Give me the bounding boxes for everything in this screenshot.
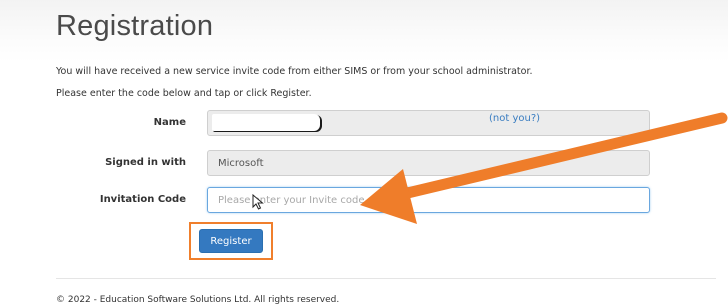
signed-in-field: Microsoft — [207, 150, 650, 176]
redacted-name — [212, 114, 320, 131]
invitation-code-input[interactable] — [207, 187, 650, 213]
signed-in-value: Microsoft — [218, 157, 264, 169]
page-title: Registration — [56, 10, 214, 42]
not-you-link[interactable]: (not you?) — [489, 113, 540, 124]
instruction-text: Please enter the code below and tap or c… — [56, 88, 312, 99]
name-field — [207, 110, 650, 136]
intro-text: You will have received a new service inv… — [56, 66, 533, 77]
register-button[interactable]: Register — [199, 229, 263, 253]
signed-in-label: Signed in with — [105, 157, 186, 168]
name-label: Name — [153, 117, 186, 128]
footer-copyright: © 2022 - Education Software Solutions Lt… — [56, 295, 340, 305]
invitation-code-label: Invitation Code — [99, 194, 186, 205]
mouse-pointer-icon — [252, 194, 264, 210]
footer-divider — [56, 278, 716, 279]
